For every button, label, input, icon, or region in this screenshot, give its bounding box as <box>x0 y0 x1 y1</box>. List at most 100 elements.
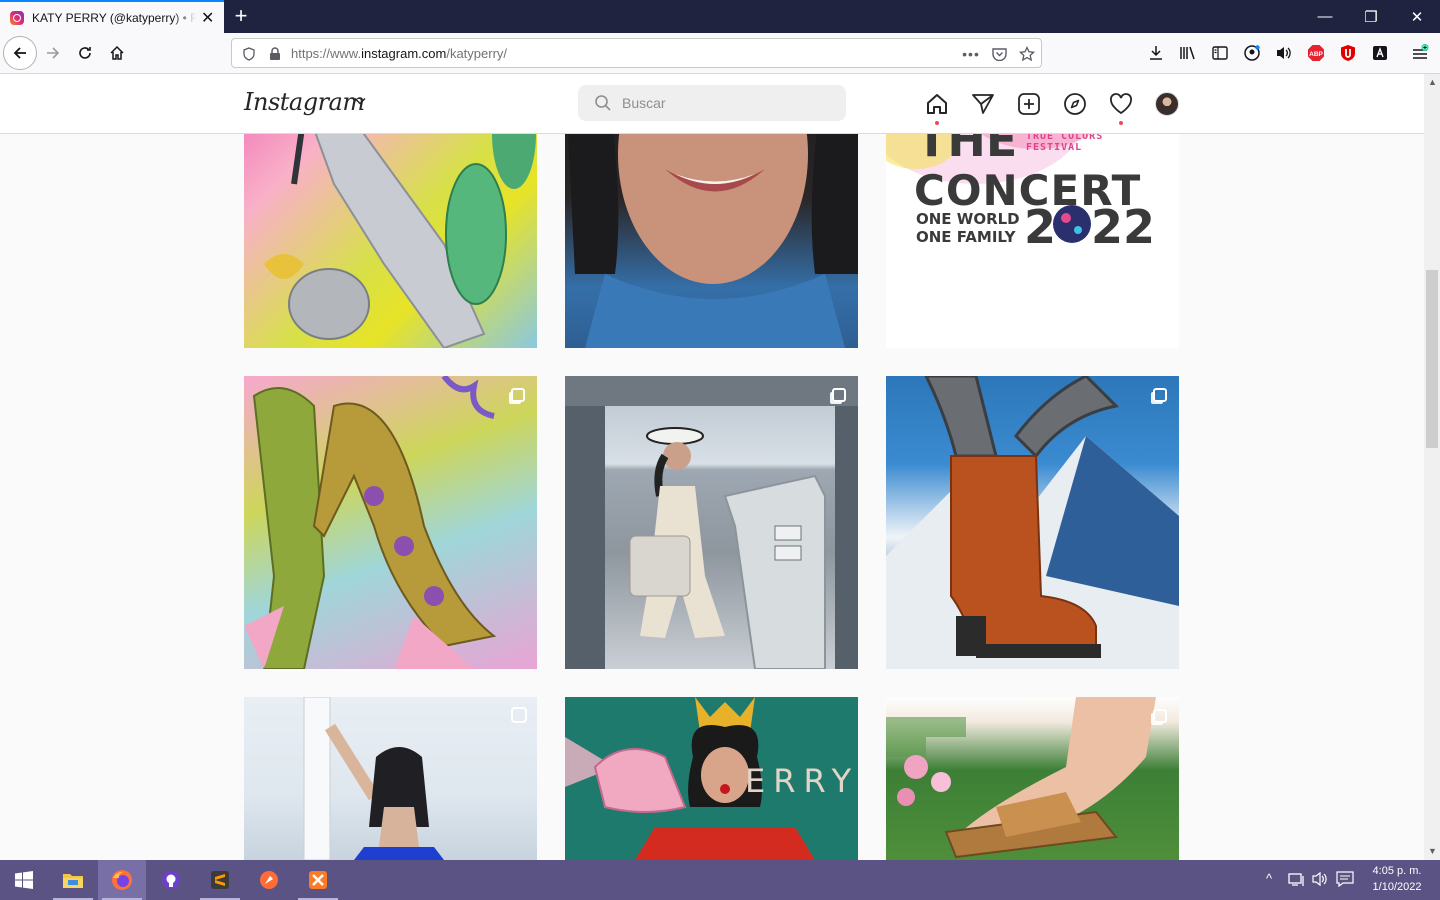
clock-date: 1/10/2022 <box>1372 881 1422 893</box>
tray-chevron-up-icon[interactable]: ^ <box>1266 871 1272 886</box>
taskbar-xampp[interactable] <box>294 860 342 900</box>
boot-illustration <box>886 376 1179 669</box>
speaker-icon[interactable] <box>1274 43 1294 63</box>
extension-icon[interactable] <box>1370 43 1390 63</box>
forward-button[interactable] <box>37 37 69 69</box>
carousel-icon <box>1153 709 1167 723</box>
post-tile-orange-boot[interactable] <box>886 376 1179 669</box>
notification-center-icon[interactable] <box>1336 871 1354 890</box>
instagram-header: Instagram <box>0 74 1424 134</box>
browser-navbar: https://www.instagram.com/katyperry/ •••… <box>0 33 1440 74</box>
ublock-icon[interactable] <box>1338 43 1358 63</box>
url-prefix: https://www. <box>291 46 362 61</box>
concert-one-family: ONE FAMILY <box>916 228 1016 246</box>
perry-brand-text: ERRY <box>745 762 858 800</box>
post-tile-garden-sandal[interactable] <box>886 697 1179 860</box>
scrollbar-thumb[interactable] <box>1426 270 1438 448</box>
concert-year-digits: 22 <box>1091 200 1156 254</box>
scroll-down-arrow-icon[interactable]: ▼ <box>1428 846 1437 856</box>
url-domain: instagram.com <box>361 46 447 61</box>
chevron-down-icon[interactable] <box>354 94 366 108</box>
postman-icon <box>260 871 278 889</box>
compass-icon <box>1064 93 1086 115</box>
bookmark-star-icon[interactable] <box>1018 45 1036 63</box>
tab-close-icon[interactable]: ✕ <box>201 8 214 28</box>
instagram-logo[interactable]: Instagram <box>244 88 365 116</box>
firefox-icon <box>112 870 132 890</box>
arrow-right-icon <box>47 47 60 59</box>
browser-tab-active[interactable]: KATY PERRY (@katyperry) • Fotos y videos… <box>0 0 224 33</box>
windows-taskbar: ^ 4:05 p. m. 1/10/2022 <box>0 860 1440 900</box>
xampp-icon <box>309 871 327 889</box>
network-icon[interactable] <box>1288 871 1306 890</box>
post-tile-blue-dress[interactable] <box>244 697 537 860</box>
explore-nav-button[interactable] <box>1062 91 1088 117</box>
taskbar-github-desktop[interactable] <box>147 860 195 900</box>
taskbar-firefox[interactable] <box>98 860 146 900</box>
new-post-nav-button[interactable] <box>1016 91 1042 117</box>
page-viewport: THE TRUE COLORS FESTIVAL CONCERT ONE WOR… <box>0 74 1424 860</box>
page-scrollbar[interactable]: ▲ ▼ <box>1424 74 1440 860</box>
browser-titlebar: KATY PERRY (@katyperry) • Fotos y videos… <box>0 0 1440 33</box>
library-icon[interactable] <box>1178 43 1198 63</box>
reload-icon <box>79 47 91 59</box>
new-tab-button[interactable]: + <box>228 3 254 29</box>
ship-bridge-illustration <box>565 376 858 669</box>
lock-icon[interactable] <box>266 45 284 63</box>
adblock-plus-icon[interactable]: ABP <box>1306 43 1326 63</box>
post-tile-ship-bridge[interactable] <box>565 376 858 669</box>
sublime-text-icon <box>211 871 229 889</box>
scroll-up-arrow-icon[interactable]: ▲ <box>1428 77 1437 87</box>
github-desktop-icon <box>162 871 180 889</box>
plus-square-icon <box>1018 93 1040 115</box>
url-text[interactable]: https://www.instagram.com/katyperry/ <box>291 46 507 61</box>
reel-icon <box>511 707 527 723</box>
garden-sandal-illustration <box>886 697 1156 859</box>
paper-plane-icon <box>972 94 994 114</box>
windows-start-icon <box>15 871 33 889</box>
heart-icon <box>1110 93 1132 115</box>
reload-button[interactable] <box>69 37 101 69</box>
post-tile-perry-crown[interactable]: ERRY <box>565 697 858 860</box>
carousel-icon <box>511 388 525 402</box>
home-icon <box>927 94 947 114</box>
taskbar-sublime-text[interactable] <box>196 860 244 900</box>
page-actions-icon[interactable]: ••• <box>962 45 980 63</box>
clock-time: 4:05 p. m. <box>1372 865 1422 877</box>
minimize-window-button[interactable]: — <box>1302 0 1348 33</box>
pocket-icon[interactable] <box>990 45 1008 63</box>
url-path: /katyperry/ <box>446 46 508 61</box>
restore-window-button[interactable]: ❐ <box>1348 0 1394 33</box>
file-explorer-icon <box>63 874 83 888</box>
taskbar-postman[interactable] <box>245 860 293 900</box>
system-clock[interactable]: 4:05 p. m. 1/10/2022 <box>1362 863 1432 895</box>
downloads-icon[interactable] <box>1146 43 1166 63</box>
svg-text:ABP: ABP <box>1309 51 1323 58</box>
start-button[interactable] <box>0 860 48 900</box>
activity-notification-dot <box>1119 121 1123 125</box>
account-icon[interactable] <box>1242 43 1262 63</box>
close-window-button[interactable]: ✕ <box>1394 0 1440 33</box>
concert-year-digit: 2 <box>1024 200 1057 254</box>
concert-festival-label: TRUE COLORS FESTIVAL <box>1026 131 1104 153</box>
instagram-favicon-icon <box>10 10 24 25</box>
carousel-icon <box>832 388 846 402</box>
post-tile-floral-pump[interactable] <box>244 376 537 669</box>
address-bar[interactable]: https://www.instagram.com/katyperry/ ••• <box>231 38 1042 68</box>
app-menu-icon[interactable] <box>1410 43 1430 63</box>
sidebar-icon[interactable] <box>1210 43 1230 63</box>
taskbar-file-explorer[interactable] <box>49 860 97 900</box>
home-icon <box>110 45 124 60</box>
carousel-icon <box>1153 388 1167 402</box>
volume-icon[interactable] <box>1311 871 1329 890</box>
shield-icon[interactable] <box>240 45 258 63</box>
direct-nav-button[interactable] <box>970 91 996 117</box>
pump-illustration <box>244 376 497 669</box>
search-input[interactable] <box>620 85 830 121</box>
home-button[interactable] <box>101 37 133 69</box>
activity-nav-button[interactable] <box>1108 91 1134 117</box>
profile-avatar[interactable] <box>1155 92 1179 116</box>
search-box[interactable] <box>578 85 846 121</box>
back-button[interactable] <box>3 36 37 70</box>
home-nav-button[interactable] <box>924 91 950 117</box>
